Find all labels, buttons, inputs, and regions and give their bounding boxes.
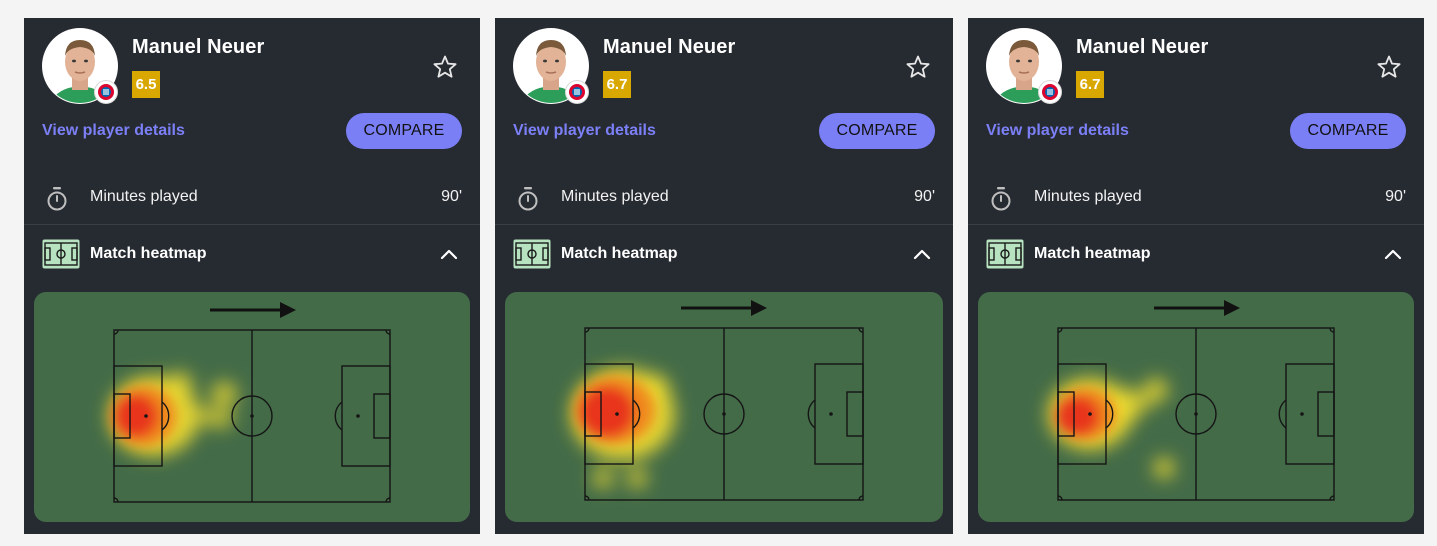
pitch-icon (42, 239, 80, 269)
stat-label: Minutes played (561, 188, 669, 205)
minutes-played-row: Minutes played 90' (24, 178, 480, 225)
heatmap-pitch (505, 292, 943, 522)
pitch-icon (513, 239, 551, 269)
stopwatch-icon (518, 187, 538, 211)
heat-blobs (1048, 378, 1174, 478)
minutes-played-row: Minutes played 90' (495, 178, 953, 225)
player-name[interactable]: Manuel Neuer (1076, 36, 1208, 59)
compare-button[interactable]: COMPARE (1290, 113, 1406, 149)
chevron-up-icon[interactable] (911, 244, 933, 266)
chevron-up-icon[interactable] (1382, 244, 1404, 266)
heatmap-section-header[interactable]: Match heatmap (24, 236, 480, 276)
stopwatch-icon (991, 187, 1011, 211)
stat-value: 90' (1385, 188, 1406, 205)
heatmap-pitch (34, 292, 470, 522)
player-card: Manuel Neuer 6.7 View player details COM… (968, 18, 1424, 534)
rating-badge: 6.7 (603, 71, 631, 98)
view-player-details-link[interactable]: View player details (513, 122, 656, 140)
attack-direction-arrow-icon (210, 302, 296, 318)
compare-button[interactable]: COMPARE (819, 113, 935, 149)
heatmap-pitch (978, 292, 1414, 522)
heat-blobs (571, 368, 675, 488)
player-avatar[interactable] (986, 28, 1062, 104)
player-card: Manuel Neuer 6.5 View player details COM… (24, 18, 480, 534)
stopwatch-icon (47, 187, 67, 211)
heatmap-section-header[interactable]: Match heatmap (968, 236, 1424, 276)
stat-label: Minutes played (1034, 188, 1142, 205)
club-crest-icon (565, 80, 589, 104)
club-crest-icon (94, 80, 118, 104)
heatmap-title: Match heatmap (1034, 245, 1151, 262)
player-name[interactable]: Manuel Neuer (603, 36, 735, 59)
star-outline-icon[interactable] (432, 54, 458, 80)
club-crest-icon (1038, 80, 1062, 104)
star-outline-icon[interactable] (1376, 54, 1402, 80)
player-name[interactable]: Manuel Neuer (132, 36, 264, 59)
view-player-details-link[interactable]: View player details (42, 122, 185, 140)
compare-button[interactable]: COMPARE (346, 113, 462, 149)
heat-blobs (109, 372, 237, 456)
rating-badge: 6.7 (1076, 71, 1104, 98)
player-avatar[interactable] (42, 28, 118, 104)
heatmap-section-header[interactable]: Match heatmap (495, 236, 953, 276)
heatmap-title: Match heatmap (561, 245, 678, 262)
stat-value: 90' (914, 188, 935, 205)
pitch-icon (986, 239, 1024, 269)
player-card: Manuel Neuer 6.7 View player details COM… (495, 18, 953, 534)
stat-label: Minutes played (90, 188, 198, 205)
chevron-up-icon[interactable] (438, 244, 460, 266)
view-player-details-link[interactable]: View player details (986, 122, 1129, 140)
attack-direction-arrow-icon (681, 300, 767, 316)
stat-value: 90' (441, 188, 462, 205)
player-avatar[interactable] (513, 28, 589, 104)
minutes-played-row: Minutes played 90' (968, 178, 1424, 225)
rating-badge: 6.5 (132, 71, 160, 98)
heatmap-title: Match heatmap (90, 245, 207, 262)
star-outline-icon[interactable] (905, 54, 931, 80)
attack-direction-arrow-icon (1154, 300, 1240, 316)
